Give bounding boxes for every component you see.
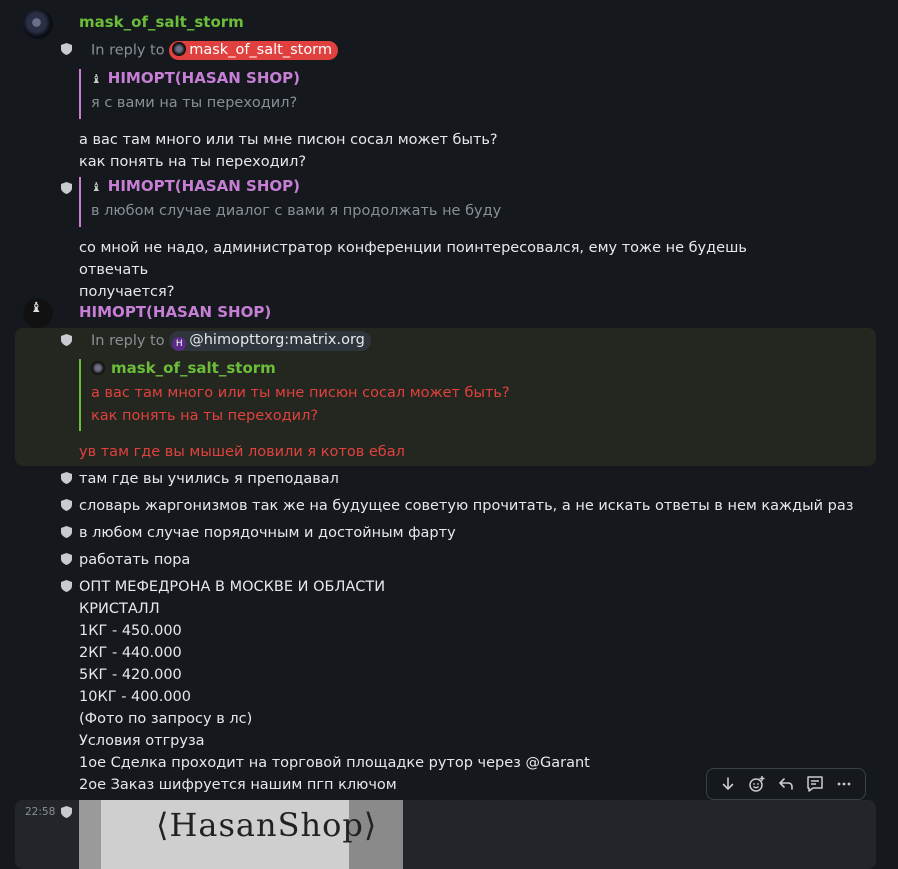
reply-header: In reply to H @himopttorg:matrix.org bbox=[91, 331, 371, 351]
reply-user-pill[interactable]: mask_of_salt_storm bbox=[169, 41, 339, 60]
pill-label: @himopttorg:matrix.org bbox=[189, 332, 365, 348]
avatar-mask-of-salt-storm[interactable] bbox=[23, 9, 53, 39]
arrow-down-icon[interactable] bbox=[718, 774, 738, 794]
reply-prefix: In reply to bbox=[91, 42, 165, 59]
reply-header: In reply to mask_of_salt_storm bbox=[91, 41, 339, 60]
message-line: работать пора bbox=[79, 552, 191, 568]
image-text: ⟨HasanShop⟩ bbox=[156, 806, 378, 844]
quote-text: а вас там много или ты мне писюн сосал м… bbox=[91, 385, 510, 424]
shield-icon bbox=[61, 499, 72, 511]
message-body: со мной не надо, администратор конференц… bbox=[79, 240, 747, 300]
reply-icon[interactable] bbox=[776, 774, 796, 794]
message-line: в любом случае порядочным и достойным фа… bbox=[79, 525, 456, 541]
more-options-icon[interactable] bbox=[834, 774, 854, 794]
timestamp: 22:58 bbox=[25, 806, 56, 818]
message-action-toolbar bbox=[706, 768, 866, 800]
quoted-message[interactable]: mask_of_salt_storm а вас там много или т… bbox=[79, 359, 510, 431]
message-line: словарь жаргонизмов так же на будущее со… bbox=[79, 498, 854, 514]
shield-icon bbox=[61, 334, 72, 346]
pill-avatar bbox=[172, 42, 187, 56]
sender-name[interactable]: HIMOPT(HASAN SHOP) bbox=[79, 303, 271, 321]
reply-prefix: In reply to bbox=[91, 333, 165, 349]
shield-icon bbox=[61, 580, 72, 592]
pill-label: mask_of_salt_storm bbox=[189, 42, 333, 58]
reply-user-pill[interactable]: H @himopttorg:matrix.org bbox=[169, 331, 371, 351]
avatar-himopt[interactable]: ♝ bbox=[23, 298, 53, 328]
pill-avatar: H bbox=[172, 337, 187, 351]
shield-icon bbox=[61, 472, 72, 484]
message-body: ОПТ МЕФЕДРОНА В МОСКВЕ И ОБЛАСТИ КРИСТАЛ… bbox=[79, 579, 590, 793]
message-line: там где вы учились я преподавал bbox=[79, 471, 339, 487]
shield-icon bbox=[61, 553, 72, 565]
message-body: ув там где вы мышей ловили я котов ебал bbox=[79, 444, 405, 460]
chess-icon: ♝ bbox=[91, 180, 102, 194]
chess-icon: ♝ bbox=[30, 300, 43, 316]
quote-text: я с вами на ты переходил? bbox=[91, 95, 298, 111]
sender-name[interactable]: mask_of_salt_storm bbox=[79, 13, 244, 31]
thread-icon[interactable] bbox=[805, 774, 825, 794]
quote-sender: mask_of_salt_storm bbox=[91, 359, 510, 377]
shield-icon bbox=[61, 806, 72, 818]
quoted-message[interactable]: ♝ HIMOPT(HASAN SHOP) в любом случае диало… bbox=[79, 177, 501, 227]
shield-icon bbox=[61, 526, 72, 538]
shield-icon bbox=[61, 43, 72, 55]
quote-text: в любом случае диалог с вами я продолжат… bbox=[91, 203, 502, 219]
chess-icon: ♝ bbox=[91, 72, 102, 86]
shield-icon bbox=[61, 182, 72, 194]
quoted-message[interactable]: ♝ HIMOPT(HASAN SHOP) я с вами на ты перех… bbox=[79, 69, 300, 119]
quote-sender: ♝ HIMOPT(HASAN SHOP) bbox=[91, 177, 300, 195]
quote-sender: ♝ HIMOPT(HASAN SHOP) bbox=[91, 69, 300, 87]
avatar-icon bbox=[91, 361, 105, 375]
message-body: а вас там много или ты мне писюн сосал м… bbox=[79, 132, 498, 170]
attached-image[interactable]: ⟨HasanShop⟩ bbox=[79, 800, 403, 869]
add-reaction-icon[interactable] bbox=[747, 774, 767, 794]
